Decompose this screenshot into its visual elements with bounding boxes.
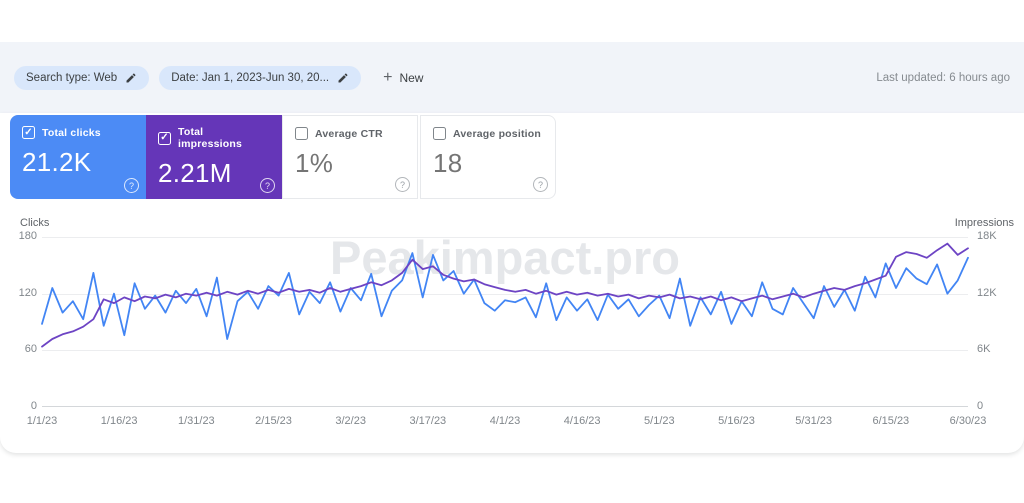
edit-icon[interactable] xyxy=(337,72,349,84)
report-panel: ✓ Total clicks 21.2K ? ✓ Total impressio… xyxy=(0,113,1024,453)
plus-icon: + xyxy=(383,68,393,86)
help-icon[interactable]: ? xyxy=(395,177,410,192)
total-clicks-label: Total clicks xyxy=(42,126,101,139)
total-impressions-value: 2.21M xyxy=(158,158,232,188)
edit-icon[interactable] xyxy=(125,72,137,84)
right-axis-title: Impressions xyxy=(954,217,1014,229)
total-clicks-value: 21.2K xyxy=(22,147,92,177)
left-axis-title: Clicks xyxy=(20,217,50,229)
average-position-value: 18 xyxy=(433,148,463,178)
total-clicks-card[interactable]: ✓ Total clicks 21.2K ? xyxy=(10,115,146,199)
search-type-chip[interactable]: Search type: Web xyxy=(14,65,150,90)
average-position-checkbox[interactable] xyxy=(433,127,446,140)
x-axis-ticks: 1/1/23 1/16/23 1/31/23 2/15/23 3/2/23 3/17/23… xyxy=(26,415,987,427)
total-impressions-card[interactable]: ✓ Total impressions 2.21M ? xyxy=(146,115,282,199)
new-filter-label: New xyxy=(399,70,424,85)
help-icon[interactable]: ? xyxy=(533,177,548,192)
last-updated-text: Last updated: 6 hours ago xyxy=(876,71,1010,84)
average-ctr-card[interactable]: Average CTR 1% ? xyxy=(282,115,418,199)
metric-cards: ✓ Total clicks 21.2K ? ✓ Total impressio… xyxy=(10,115,556,199)
chart-plot-area[interactable]: Peakimpact.pro xyxy=(41,231,969,407)
new-filter-button[interactable]: + New xyxy=(377,66,429,90)
search-type-chip-label: Search type: Web xyxy=(26,71,118,84)
date-range-chip-label: Date: Jan 1, 2023-Jun 30, 20... xyxy=(171,71,330,84)
performance-page: Search type: Web Date: Jan 1, 2023-Jun 3… xyxy=(0,0,1024,503)
average-ctr-label: Average CTR xyxy=(315,127,383,140)
average-ctr-value: 1% xyxy=(295,148,334,178)
help-icon[interactable]: ? xyxy=(260,178,275,193)
date-range-chip[interactable]: Date: Jan 1, 2023-Jun 30, 20... xyxy=(159,65,362,90)
total-impressions-checkbox[interactable]: ✓ xyxy=(158,131,171,145)
average-position-card[interactable]: Average position 18 ? xyxy=(420,115,556,199)
average-position-label: Average position xyxy=(453,127,541,140)
right-axis-ticks: 0 6K 12K 18K xyxy=(977,230,997,412)
performance-chart: Clicks Impressions 0 60 120 180 Peakimpact.… xyxy=(12,217,1018,447)
help-icon[interactable]: ? xyxy=(124,178,139,193)
total-clicks-checkbox[interactable]: ✓ xyxy=(22,126,35,139)
left-axis-ticks: 0 60 120 180 xyxy=(18,230,37,412)
total-impressions-label: Total impressions xyxy=(178,126,243,150)
chart-lines xyxy=(41,242,969,348)
filter-bar: Search type: Web Date: Jan 1, 2023-Jun 3… xyxy=(0,42,1024,113)
average-ctr-checkbox[interactable] xyxy=(295,127,308,140)
